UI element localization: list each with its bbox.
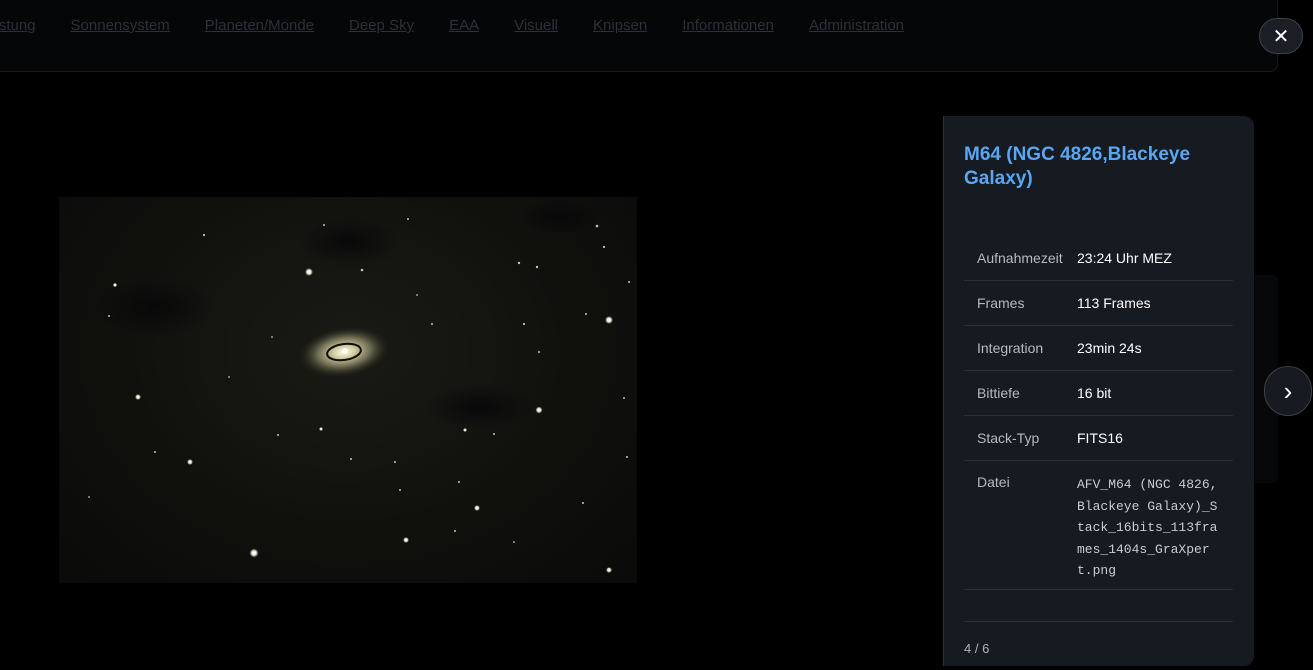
meta-value: FITS16: [1077, 430, 1123, 446]
meta-key: Bittiefe: [977, 385, 1020, 401]
image-info-panel: M64 (NGC 4826,Blackeye Galaxy) Aufnahmez…: [943, 116, 1254, 666]
meta-key: Integration: [977, 340, 1044, 356]
meta-row-datei: Datei AFV_M64 (NGC 4826,Blackeye Galaxy)…: [964, 461, 1233, 590]
nav-link-informationen[interactable]: Informationen: [682, 17, 774, 34]
file-name: AFV_M64 (NGC 4826,Blackeye Galaxy)_Stack…: [1077, 477, 1218, 579]
meta-value: 23min 24s: [1077, 340, 1142, 356]
meta-key: Stack-Typ: [977, 430, 1040, 446]
nav-link-planeten-monde[interactable]: Planeten/Monde: [205, 17, 314, 34]
meta-row-bittiefe: Bittiefe 16 bit: [964, 371, 1233, 416]
divider: [964, 621, 1233, 622]
close-icon: ✕: [1272, 25, 1290, 48]
galaxy-image: [88, 199, 630, 573]
nav-link-knipsen[interactable]: Knipsen: [593, 17, 647, 34]
image-title: M64 (NGC 4826,Blackeye Galaxy): [964, 144, 1191, 189]
meta-key: Aufnahmezeit: [977, 250, 1063, 266]
meta-key: Frames: [977, 295, 1025, 311]
chevron-right-icon: ›: [1283, 375, 1293, 406]
metadata-table: Aufnahmezeit 23:24 Uhr MEZ Frames 113 Fr…: [964, 236, 1233, 590]
nav-link-eaa[interactable]: EAA: [449, 17, 479, 34]
nav-link-visuell[interactable]: Visuell: [514, 17, 558, 34]
meta-value: 23:24 Uhr MEZ: [1077, 250, 1172, 266]
nav-link-sonnensystem[interactable]: Sonnensystem: [71, 17, 170, 34]
meta-row-stack-typ: Stack-Typ FITS16: [964, 416, 1233, 461]
nav-link-ausruestung[interactable]: srüstung: [0, 17, 36, 34]
meta-value: 113 Frames: [1077, 295, 1151, 311]
nav-link-administration[interactable]: Administration: [809, 17, 904, 34]
meta-key: Datei: [977, 474, 1010, 490]
close-button[interactable]: ✕: [1259, 18, 1303, 54]
site-navigation: srüstung Sonnensystem Planeten/Monde Dee…: [0, 0, 1278, 72]
meta-row-aufnahmezeit: Aufnahmezeit 23:24 Uhr MEZ: [964, 236, 1233, 281]
meta-row-frames: Frames 113 Frames: [964, 281, 1233, 326]
meta-value: 16 bit: [1077, 385, 1112, 401]
next-button[interactable]: ›: [1264, 366, 1312, 416]
meta-row-integration: Integration 23min 24s: [964, 326, 1233, 371]
nav-link-deep-sky[interactable]: Deep Sky: [349, 17, 414, 34]
astro-photo: [59, 197, 637, 583]
image-counter: 4 / 6: [964, 641, 990, 656]
